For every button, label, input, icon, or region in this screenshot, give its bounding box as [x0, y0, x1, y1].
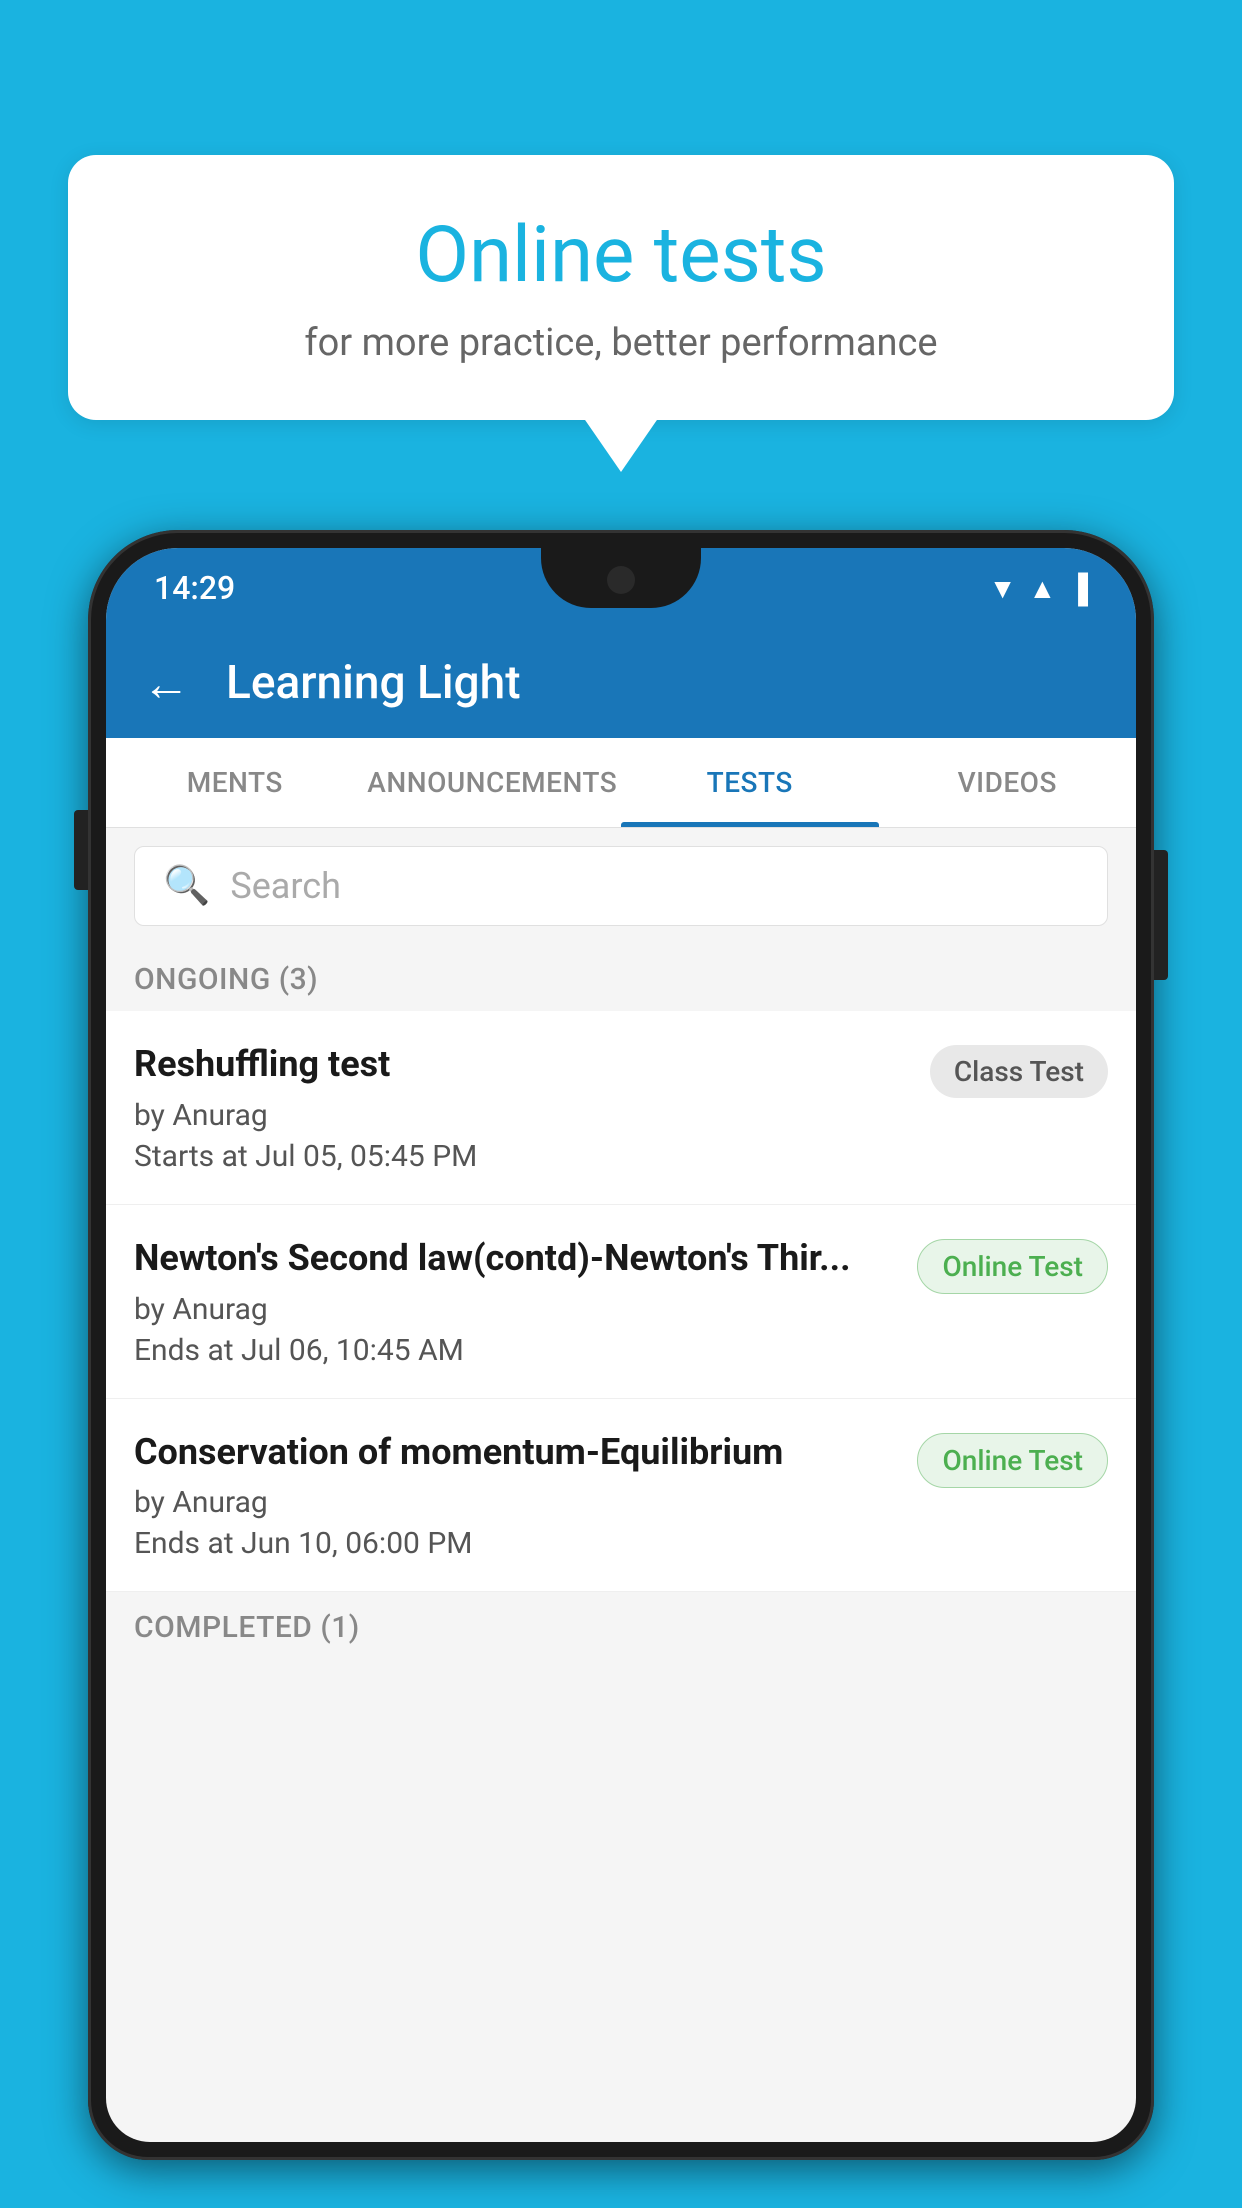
back-button[interactable]: ← — [142, 655, 190, 712]
phone-screen: 14:29 ▼ ▲ ▐ ← Learning Light MENTS ANNOU… — [106, 548, 1136, 2142]
test-card-1-content: Reshuffling test by Anurag Starts at Jul… — [134, 1041, 914, 1174]
test-card-2[interactable]: Newton's Second law(contd)-Newton's Thir… — [106, 1205, 1136, 1399]
test-author-3: by Anurag — [134, 1485, 901, 1520]
test-date-1: Starts at Jul 05, 05:45 PM — [134, 1139, 914, 1174]
speech-bubble-title: Online tests — [128, 210, 1114, 301]
test-card-2-content: Newton's Second law(contd)-Newton's Thir… — [134, 1235, 901, 1368]
search-input[interactable]: 🔍 Search — [134, 846, 1108, 926]
tabs-bar: MENTS ANNOUNCEMENTS TESTS VIDEOS — [106, 738, 1136, 828]
test-date-3: Ends at Jun 10, 06:00 PM — [134, 1526, 901, 1561]
test-badge-1: Class Test — [930, 1045, 1108, 1098]
test-name-2: Newton's Second law(contd)-Newton's Thir… — [134, 1235, 901, 1282]
app-title: Learning Light — [226, 656, 521, 710]
tab-announcements[interactable]: ANNOUNCEMENTS — [364, 738, 622, 827]
test-name-3: Conservation of momentum-Equilibrium — [134, 1429, 901, 1476]
speech-bubble-subtitle: for more practice, better performance — [128, 321, 1114, 365]
test-card-3-content: Conservation of momentum-Equilibrium by … — [134, 1429, 901, 1562]
test-badge-3: Online Test — [917, 1433, 1108, 1488]
tab-ments[interactable]: MENTS — [106, 738, 364, 827]
camera-dot — [607, 566, 635, 594]
search-placeholder-text: Search — [230, 865, 341, 907]
speech-bubble: Online tests for more practice, better p… — [68, 155, 1174, 420]
phone-container: 14:29 ▼ ▲ ▐ ← Learning Light MENTS ANNOU… — [88, 530, 1154, 2208]
speech-bubble-container: Online tests for more practice, better p… — [68, 155, 1174, 420]
test-date-2: Ends at Jul 06, 10:45 AM — [134, 1333, 901, 1368]
completed-section-header: COMPLETED (1) — [106, 1592, 1136, 1659]
search-container: 🔍 Search — [106, 828, 1136, 944]
tab-tests[interactable]: TESTS — [621, 738, 879, 827]
status-time: 14:29 — [154, 569, 235, 607]
battery-icon: ▐ — [1068, 572, 1088, 605]
test-badge-2: Online Test — [917, 1239, 1108, 1294]
phone-outer: 14:29 ▼ ▲ ▐ ← Learning Light MENTS ANNOU… — [88, 530, 1154, 2160]
test-card-1[interactable]: Reshuffling test by Anurag Starts at Jul… — [106, 1011, 1136, 1205]
status-icons: ▼ ▲ ▐ — [989, 572, 1088, 605]
test-name-1: Reshuffling test — [134, 1041, 914, 1088]
wifi-icon: ▼ — [989, 572, 1017, 605]
app-header: ← Learning Light — [106, 628, 1136, 738]
test-author-1: by Anurag — [134, 1098, 914, 1133]
test-author-2: by Anurag — [134, 1292, 901, 1327]
signal-icon: ▲ — [1028, 572, 1056, 605]
tab-videos[interactable]: VIDEOS — [879, 738, 1137, 827]
test-card-3[interactable]: Conservation of momentum-Equilibrium by … — [106, 1399, 1136, 1593]
ongoing-section-header: ONGOING (3) — [106, 944, 1136, 1011]
search-icon: 🔍 — [163, 864, 210, 908]
